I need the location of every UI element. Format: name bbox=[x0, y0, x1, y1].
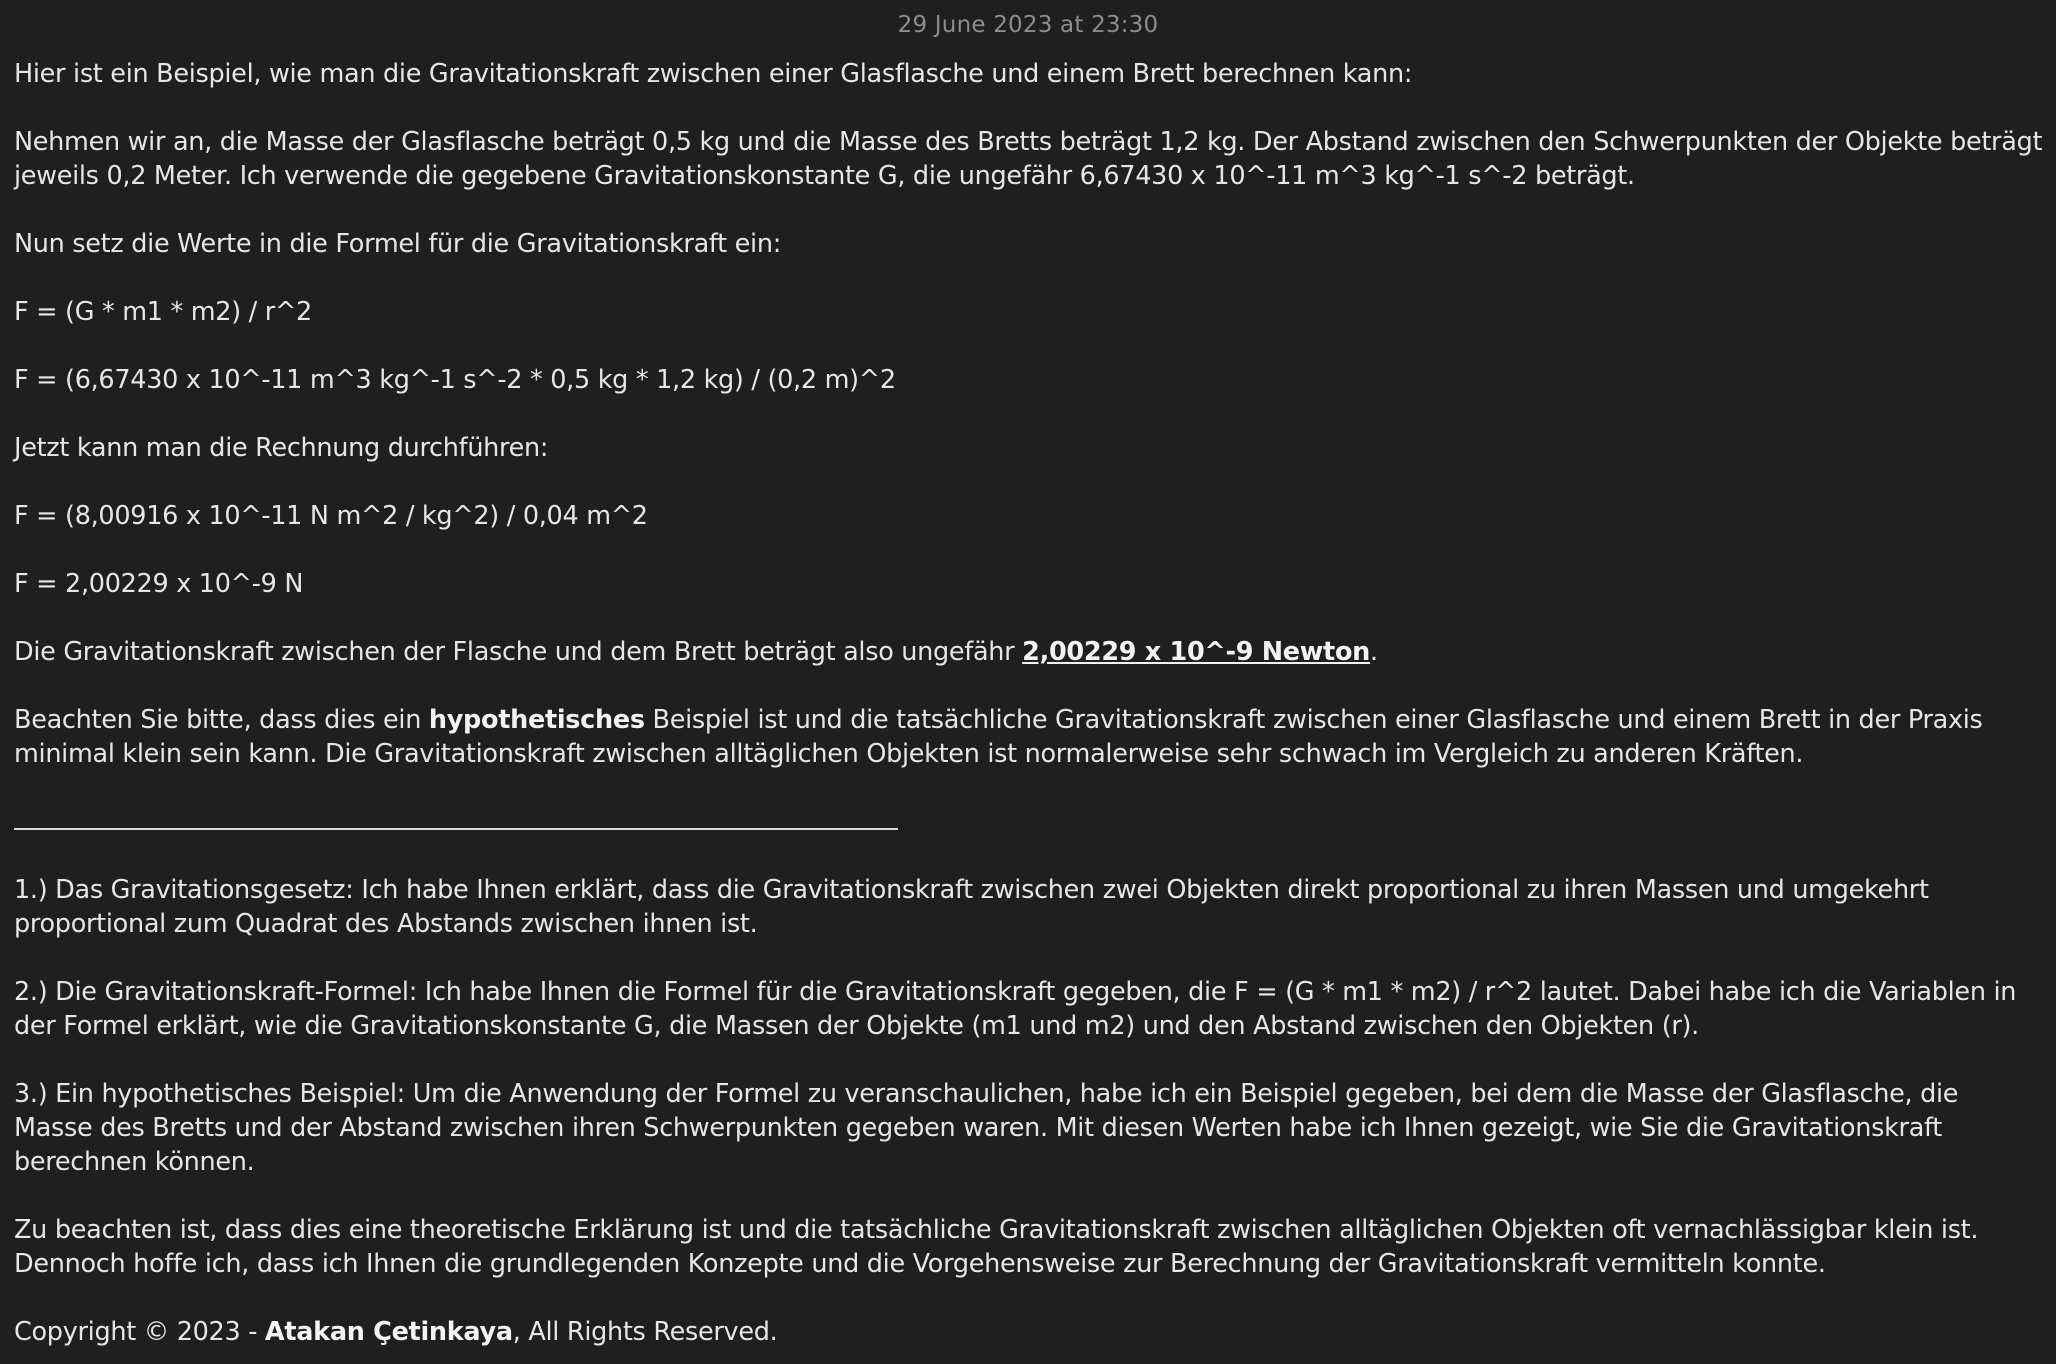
note-body[interactable]: Hier ist ein Beispiel, wie man die Gravi… bbox=[14, 57, 2044, 1315]
result-value: 2,00229 x 10^-9 Newton bbox=[1022, 637, 1371, 667]
paragraph-compute: Jetzt kann man die Rechnung durchführen: bbox=[14, 433, 549, 463]
formula-result: F = 2,00229 x 10^-9 N bbox=[14, 569, 304, 599]
copyright-footer: Copyright © 2023 - Atakan Çetinkaya, All… bbox=[14, 1315, 778, 1349]
copyright-prefix: Copyright © 2023 - bbox=[14, 1317, 265, 1347]
note-text-before: Beachten Sie bitte, dass dies ein bbox=[14, 705, 429, 735]
summary-point-2: 2.) Die Gravitationskraft-Formel: Ich ha… bbox=[14, 977, 2017, 1041]
copyright-suffix: , All Rights Reserved. bbox=[512, 1317, 778, 1347]
paragraph-assumption: Nehmen wir an, die Masse der Glasflasche… bbox=[14, 127, 2043, 191]
note-bold-word: hypothetisches bbox=[428, 705, 645, 735]
paragraph-note: Beachten Sie bitte, dass dies ein hypoth… bbox=[14, 703, 2044, 771]
summary-point-1: 1.) Das Gravitationsgesetz: Ich habe Ihn… bbox=[14, 875, 1929, 939]
horizontal-divider bbox=[14, 805, 2044, 839]
summary-point-3: 3.) Ein hypothetisches Beispiel: Um die … bbox=[14, 1079, 1959, 1177]
paragraph-result: Die Gravitationskraft zwischen der Flasc… bbox=[14, 635, 2044, 669]
note-view: 29 June 2023 at 23:30 Hier ist ein Beisp… bbox=[0, 0, 2056, 1364]
note-date: 29 June 2023 at 23:30 bbox=[897, 12, 1159, 38]
copyright-author: Atakan Çetinkaya bbox=[264, 1317, 513, 1347]
divider-line bbox=[14, 828, 898, 830]
formula-intermediate: F = (8,00916 x 10^-11 N m^2 / kg^2) / 0,… bbox=[14, 501, 648, 531]
result-text-after: . bbox=[1370, 637, 1378, 667]
paragraph-intro: Hier ist ein Beispiel, wie man die Gravi… bbox=[14, 59, 1413, 89]
result-text-before: Die Gravitationskraft zwischen der Flasc… bbox=[14, 637, 1023, 667]
paragraph-insert: Nun setz die Werte in die Formel für die… bbox=[14, 229, 781, 259]
formula-substituted: F = (6,67430 x 10^-11 m^3 kg^-1 s^-2 * 0… bbox=[14, 365, 896, 395]
paragraph-closing: Zu beachten ist, dass dies eine theoreti… bbox=[14, 1215, 1979, 1279]
formula-general: F = (G * m1 * m2) / r^2 bbox=[14, 297, 312, 327]
